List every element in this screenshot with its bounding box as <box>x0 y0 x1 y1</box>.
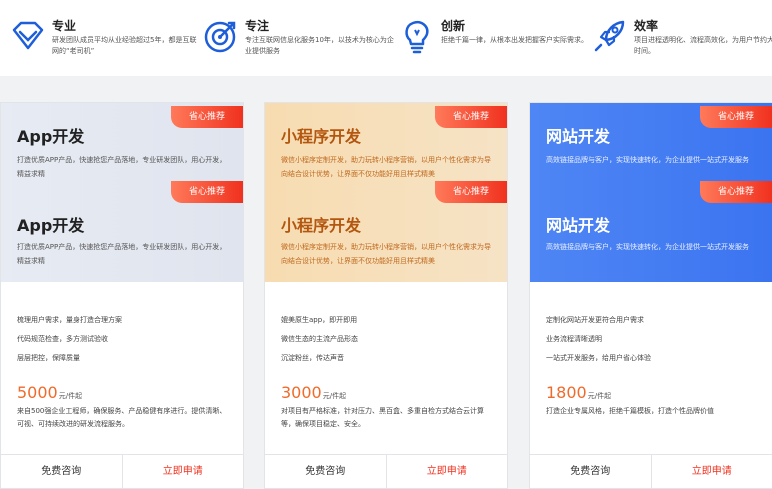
card-desc: 高效链接品牌与客户，实现快速转化，为企业提供一站式开发服务 <box>546 243 749 251</box>
price-desc: 打造企业专属风格，拒绝千篇模板，打造个性品牌价值 <box>546 407 714 415</box>
feature-focus: 专注 专注互联网信息化服务10年，以技术为核心为企业提供服务 <box>203 14 394 64</box>
card-app: 省心推荐 App开发 打造优质APP产品，快速抢您产品落地，专业研发团队，用心开… <box>0 102 244 489</box>
card-actions: 免费咨询 立即申请 <box>265 454 507 488</box>
list-item: 梳理用户需求，量身打造合理方案 <box>17 316 122 324</box>
free-consult-button[interactable]: 免费咨询 <box>530 455 652 488</box>
card-actions: 免费咨询 立即申请 <box>530 454 772 488</box>
price-value: 5000 <box>17 383 58 402</box>
feature-desc: 项目进程透明化、流程高效化，为用户节约大量时间。 <box>634 36 772 55</box>
apply-now-button[interactable]: 立即申请 <box>123 455 244 488</box>
card-desc: 微信小程序定制开发，助力玩转小程序营销，以用户个性化需求为导向结合设计优势，让界… <box>281 156 491 178</box>
card-title: 网站开发 <box>546 216 611 235</box>
card-website: 省心推荐 网站开发 高效链接品牌与客户，实现快速转化，为企业提供一站式开发服务 … <box>529 102 772 489</box>
target-icon <box>204 21 236 53</box>
card-banner-duplicate: 省心推荐 小程序开发 微信小程序定制开发，助力玩转小程序营销，以用户个性化需求为… <box>265 181 507 282</box>
lightbulb-icon <box>405 21 429 54</box>
card-title: 小程序开发 <box>281 216 362 235</box>
features-bar: 专业 研发团队成员平均从业经验超过5年，都是互联网的“老司机” 专注 专注互联网… <box>0 0 772 76</box>
card-banner-duplicate: 省心推荐 App开发 打造优质APP产品，快速抢您产品落地，专业研发团队，用心开… <box>1 181 243 282</box>
rocket-icon <box>594 20 625 52</box>
recommend-badge: 省心推荐 <box>171 106 243 128</box>
feature-desc: 研发团队成员平均从业经验超过5年，都是互联网的“老司机” <box>52 36 197 55</box>
price-unit: 元/件起 <box>58 392 83 400</box>
price-unit: 元/件起 <box>587 392 612 400</box>
list-item: 微信生态的主流产品形态 <box>281 335 358 343</box>
apply-now-button[interactable]: 立即申请 <box>387 455 508 488</box>
price-value: 3000 <box>281 383 322 402</box>
feature-professional: 专业 研发团队成员平均从业经验超过5年，都是互联网的“老司机” <box>10 14 196 64</box>
card-title: 小程序开发 <box>281 127 362 146</box>
feature-title: 创新 <box>441 19 466 33</box>
feature-list: 定制化网站开发更符合用户需求 业务流程清晰透明 一站式开发服务，给用户省心体验 <box>546 311 651 368</box>
price-unit: 元/件起 <box>322 392 347 400</box>
card-desc: 打造优质APP产品，快速抢您产品落地，专业研发团队，用心开发，精益求精 <box>17 156 227 178</box>
price-desc: 对项目有严格标准，针对压力、黑百盒、多重自检方式结合云计算等，确保项目稳定、安全… <box>281 407 484 428</box>
card-title: 网站开发 <box>546 127 611 146</box>
list-item: 定制化网站开发更符合用户需求 <box>546 316 644 324</box>
feature-innovation: 创新 拒绝千篇一律，从根本出发把握客户实际需求。 <box>399 14 588 64</box>
card-desc: 高效链接品牌与客户，实现快速转化，为企业提供一站式开发服务 <box>546 156 749 164</box>
list-item: 沉淀粉丝，传达声音 <box>281 354 344 362</box>
list-item: 代码规范检查，多方测试验收 <box>17 335 108 343</box>
card-title: App开发 <box>17 216 85 235</box>
feature-title: 专注 <box>245 19 270 33</box>
recommend-badge: 省心推荐 <box>435 106 507 128</box>
feature-list: 媲美原生app，即开即用 微信生态的主流产品形态 沉淀粉丝，传达声音 <box>281 311 358 368</box>
card-miniprogram: 省心推荐 小程序开发 微信小程序定制开发，助力玩转小程序营销，以用户个性化需求为… <box>264 102 508 489</box>
feature-title: 效率 <box>634 19 659 33</box>
list-item: 层层把控，保障质量 <box>17 354 80 362</box>
feature-list: 梳理用户需求，量身打造合理方案 代码规范检查，多方测试验收 层层把控，保障质量 <box>17 311 122 368</box>
free-consult-button[interactable]: 免费咨询 <box>1 455 123 488</box>
recommend-badge: 省心推荐 <box>700 106 772 128</box>
list-item: 业务流程清晰透明 <box>546 335 602 343</box>
list-item: 一站式开发服务，给用户省心体验 <box>546 354 651 362</box>
feature-title: 专业 <box>52 19 77 33</box>
price-value: 1800 <box>546 383 587 402</box>
feature-efficiency: 效率 项目进程透明化、流程高效化，为用户节约大量时间。 <box>592 14 772 64</box>
price: 1800元/件起 <box>546 383 611 402</box>
feature-desc: 专注互联网信息化服务10年，以技术为核心为企业提供服务 <box>245 36 394 55</box>
card-actions: 免费咨询 立即申请 <box>1 454 243 488</box>
free-consult-button[interactable]: 免费咨询 <box>265 455 387 488</box>
recommend-badge: 省心推荐 <box>171 181 243 203</box>
card-title: App开发 <box>17 127 85 146</box>
list-item: 媲美原生app，即开即用 <box>281 316 358 324</box>
feature-desc: 拒绝千篇一律，从根本出发把握客户实际需求。 <box>441 36 588 44</box>
recommend-badge: 省心推荐 <box>700 181 772 203</box>
price: 5000元/件起 <box>17 383 82 402</box>
diamond-icon <box>12 21 44 50</box>
price: 3000元/件起 <box>281 383 346 402</box>
card-banner-duplicate: 省心推荐 网站开发 高效链接品牌与客户，实现快速转化，为企业提供一站式开发服务 <box>530 181 772 282</box>
card-desc: 微信小程序定制开发，助力玩转小程序营销，以用户个性化需求为导向结合设计优势，让界… <box>281 243 491 265</box>
card-desc: 打造优质APP产品，快速抢您产品落地，专业研发团队，用心开发，精益求精 <box>17 243 227 265</box>
recommend-badge: 省心推荐 <box>435 181 507 203</box>
apply-now-button[interactable]: 立即申请 <box>652 455 772 488</box>
price-desc: 来自500强企业工程师，确保服务、产品稳健有序进行。提供清晰、可视、可持续改进的… <box>17 407 227 428</box>
